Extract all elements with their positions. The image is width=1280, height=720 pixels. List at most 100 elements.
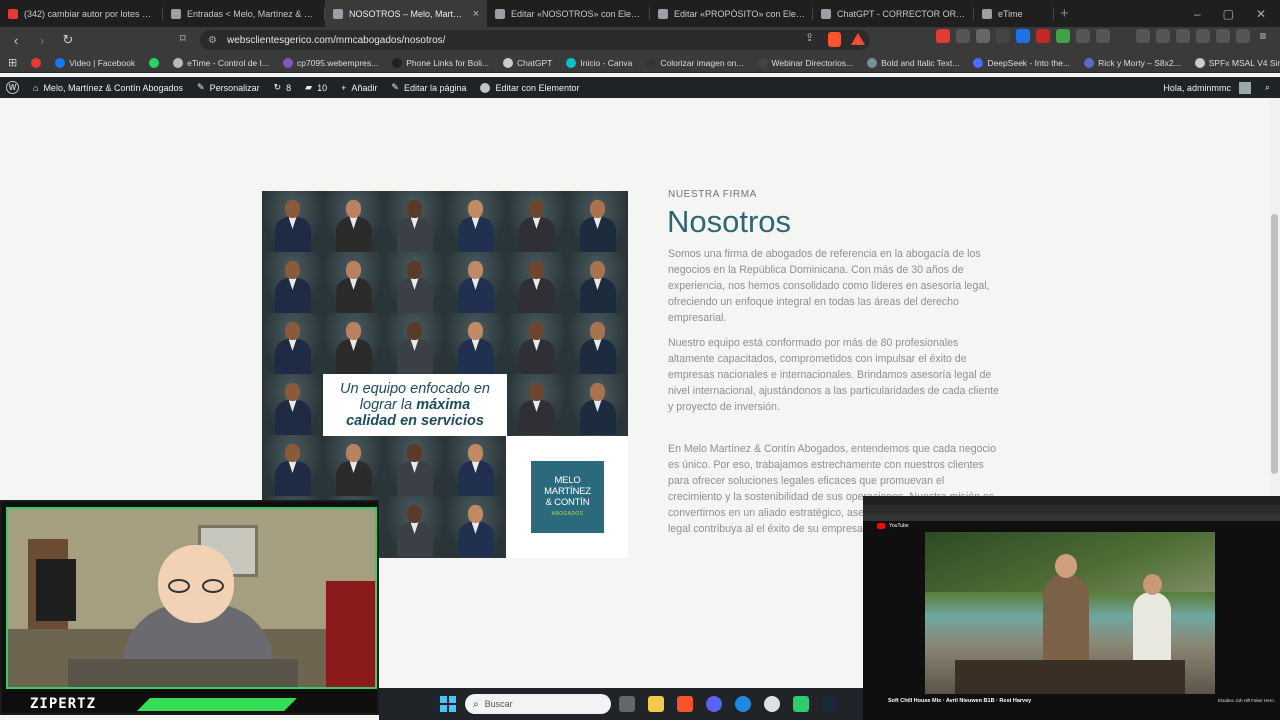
download-icon[interactable] xyxy=(1116,29,1130,43)
browser-tab[interactable]: NOSOTROS – Melo, Martínez & × xyxy=(325,0,487,27)
comment-icon: ▰ xyxy=(305,82,313,92)
bookmark-item[interactable]: ChatGPT xyxy=(502,57,552,68)
wallet-icon[interactable] xyxy=(1196,29,1210,43)
wp-comments-count: 10 xyxy=(317,82,328,93)
bookmark-favicon-icon xyxy=(31,57,42,68)
wp-account[interactable]: Hola, adminmmc ⌕ xyxy=(1163,81,1280,94)
close-tab-icon[interactable]: × xyxy=(473,8,479,20)
video-frame[interactable] xyxy=(925,532,1215,694)
bookmark-item[interactable]: eTime - Control de I... xyxy=(173,57,269,68)
tab-title: eTime xyxy=(998,8,1023,19)
bookmark-item[interactable]: Video | Facebook xyxy=(55,57,135,68)
bookmark-item[interactable]: DeepSeek - Into the... xyxy=(973,57,1070,68)
extensions-area: ≡ xyxy=(936,29,1270,43)
chatgpt-icon[interactable] xyxy=(764,696,780,712)
bookmark-item[interactable]: Bold and Italic Text... xyxy=(867,57,959,68)
extension-icon[interactable] xyxy=(1056,29,1070,43)
streamer-name: ZIPERTZ xyxy=(30,696,97,712)
bookmark-label: Inicio - Canva xyxy=(580,57,633,68)
extension-icon[interactable] xyxy=(1136,29,1150,43)
bookmark-item[interactable]: Webinar Directorios... xyxy=(757,57,853,68)
bookmark-icon[interactable]: ⌑ xyxy=(180,32,186,45)
scrollbar-thumb[interactable] xyxy=(1271,214,1278,474)
avatar xyxy=(1238,81,1251,94)
wp-site-name[interactable]: ⌂ Melo, Martínez & Contín Abogados xyxy=(33,83,183,93)
address-bar[interactable]: ⚙ websclientesgerico.com/mmcabogados/nos… xyxy=(200,30,870,50)
task-view-icon[interactable] xyxy=(619,696,635,712)
minimize-icon[interactable]: – xyxy=(1194,7,1201,21)
bookmark-item[interactable]: SPFx MSAL V4 Singl... xyxy=(1194,57,1280,68)
file-explorer-icon[interactable] xyxy=(648,696,664,712)
extension-icon[interactable] xyxy=(936,29,950,43)
site-settings-icon[interactable]: ⚙ xyxy=(208,35,217,46)
bookmark-item[interactable]: Inicio - Canva xyxy=(566,57,633,68)
streamer-accent-bar xyxy=(137,698,297,711)
app-icon[interactable] xyxy=(793,696,809,712)
bookmark-item[interactable]: Rick y Morty – S8x2... xyxy=(1084,57,1181,68)
discord-icon[interactable] xyxy=(706,696,722,712)
browser-tab[interactable]: eTime xyxy=(974,0,1054,27)
brave-shields-icon[interactable] xyxy=(828,32,841,47)
extension-icon[interactable] xyxy=(1096,29,1110,43)
new-tab-button[interactable]: + xyxy=(1060,5,1069,22)
music-icon[interactable] xyxy=(1156,29,1170,43)
wp-edit-page[interactable]: ✎ Editar la página xyxy=(391,82,466,93)
browser-tab[interactable]: Editar «PROPÓSITO» con Elementor xyxy=(650,0,813,27)
bookmark-favicon-icon xyxy=(867,57,878,68)
browser-tab[interactable]: (342) cambiar autor por lotes wordp xyxy=(0,0,163,27)
bookmark-item[interactable] xyxy=(149,57,160,68)
close-window-icon[interactable]: ✕ xyxy=(1256,7,1266,21)
extension-icon[interactable] xyxy=(1036,29,1050,43)
back-icon[interactable]: ‹ xyxy=(9,33,23,48)
wp-edit-elementor[interactable]: Editar con Elementor xyxy=(480,82,580,93)
maximize-icon[interactable]: ▢ xyxy=(1223,7,1234,21)
apps-grid-icon[interactable]: ⊞ xyxy=(8,56,17,69)
tab-title: Editar «PROPÓSITO» con Elementor xyxy=(674,8,805,19)
browser-tab[interactable]: Editar «NOSOTROS» con Elementor xyxy=(487,0,650,27)
extensions-puzzle-icon[interactable] xyxy=(1076,29,1090,43)
tab-title: (342) cambiar autor por lotes wordp xyxy=(24,8,155,19)
bookmark-label: Phone Links for Boli... xyxy=(406,57,489,68)
windows-start-icon[interactable] xyxy=(440,696,456,712)
brave-rewards-icon[interactable] xyxy=(851,33,865,45)
reload-icon[interactable]: ↻ xyxy=(61,32,75,48)
steam-icon[interactable] xyxy=(822,696,838,712)
search-icon[interactable]: ⌕ xyxy=(1265,82,1270,93)
tab-favicon-icon xyxy=(333,8,343,19)
tab-title: Editar «NOSOTROS» con Elementor xyxy=(511,8,642,19)
wp-customize[interactable]: ✎ Personalizar xyxy=(197,82,260,93)
extension-icon[interactable] xyxy=(996,29,1010,43)
wp-add-new[interactable]: + Añadir xyxy=(341,83,377,93)
translate-icon[interactable] xyxy=(1016,29,1030,43)
wordpress-logo-icon[interactable]: W xyxy=(6,81,19,94)
team-member-photo xyxy=(384,191,445,252)
app-icon[interactable] xyxy=(735,696,751,712)
menu-icon[interactable]: ≡ xyxy=(1256,29,1270,43)
bookmark-item[interactable] xyxy=(31,57,42,68)
brush-icon: ✎ xyxy=(197,82,205,92)
tab-favicon-icon xyxy=(821,8,831,19)
taskbar-search[interactable]: ⌕ Buscar xyxy=(465,694,611,714)
browser-tab[interactable]: Entradas < Melo, Martínez & Contín xyxy=(163,0,325,27)
extension-icon[interactable] xyxy=(956,29,970,43)
wp-updates[interactable]: ↻ 8 xyxy=(274,82,292,93)
forward-icon[interactable]: › xyxy=(35,33,49,48)
bookmark-label: Rick y Morty – S8x2... xyxy=(1098,57,1181,68)
extension-icon[interactable] xyxy=(976,29,990,43)
share-icon[interactable]: ⇪ xyxy=(805,31,814,44)
bookmark-item[interactable]: Colorizar imagen on... xyxy=(646,57,744,68)
vpn-icon[interactable] xyxy=(1236,29,1250,43)
sidebar-icon[interactable] xyxy=(1176,29,1190,43)
bookmark-item[interactable]: cp7095.webempres... xyxy=(282,57,378,68)
brave-browser-icon[interactable] xyxy=(677,696,693,712)
team-member-photo xyxy=(384,313,445,374)
leo-ai-icon[interactable] xyxy=(1216,29,1230,43)
bookmark-item[interactable]: Phone Links for Boli... xyxy=(392,57,489,68)
bookmark-favicon-icon xyxy=(566,57,577,68)
pencil-icon: ✎ xyxy=(391,82,399,92)
team-member-photo xyxy=(567,313,628,374)
tab-title: ChatGPT - CORRECTOR ORTOGRÁFIC xyxy=(837,8,966,19)
paragraph-1: Somos una firma de abogados de referenci… xyxy=(668,248,990,325)
browser-tab[interactable]: ChatGPT - CORRECTOR ORTOGRÁFIC xyxy=(813,0,974,27)
wp-comments[interactable]: ▰ 10 xyxy=(305,82,327,93)
